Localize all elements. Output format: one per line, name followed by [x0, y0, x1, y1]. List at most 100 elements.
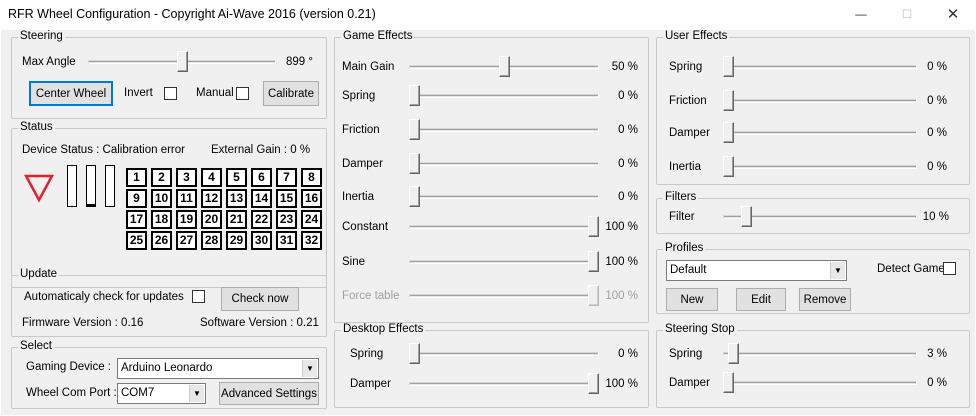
com-port-select[interactable]: COM7 ▼ [117, 383, 206, 404]
force-table-value: 100 % [605, 290, 638, 302]
status-button-7: 7 [276, 168, 297, 187]
close-button[interactable]: ✕ [930, 0, 976, 30]
constant-track[interactable] [409, 225, 599, 229]
status-button-13: 13 [226, 189, 247, 208]
max-angle-value: 899 ° [286, 56, 313, 68]
damper-track[interactable] [723, 131, 917, 135]
spring-track[interactable] [723, 65, 917, 69]
constant-value: 100 % [605, 221, 638, 233]
spring-slider[interactable] [723, 56, 734, 77]
status-button-5: 5 [226, 168, 247, 187]
gaming-device-label: Gaming Device : [26, 361, 112, 373]
force-table-label: Force table [342, 290, 400, 302]
detect-game-checkbox[interactable] [943, 262, 956, 275]
damper-value: 0 % [927, 377, 947, 389]
select-title: Select [18, 340, 54, 352]
steering-title: Steering [18, 30, 65, 42]
invert-checkbox[interactable] [164, 87, 177, 100]
spring-slider[interactable] [728, 343, 740, 364]
spring-value: 0 % [618, 348, 638, 360]
friction-track[interactable] [723, 99, 917, 103]
new-profile-button[interactable]: New [666, 288, 718, 311]
max-angle-slider[interactable] [176, 51, 188, 72]
external-gain-text: External Gain : 0 % [211, 144, 311, 156]
axis-bar-1 [67, 165, 77, 207]
damper-slider[interactable] [409, 153, 420, 174]
damper-slider[interactable] [723, 372, 734, 393]
gaming-device-select[interactable]: Arduino Leonardo ▼ [117, 358, 319, 379]
friction-track[interactable] [409, 128, 599, 132]
status-button-32: 32 [301, 231, 322, 250]
damper-value: 100 % [605, 378, 638, 390]
status-button-19: 19 [176, 210, 197, 229]
sine-value: 100 % [605, 256, 638, 268]
spring-slider[interactable] [409, 343, 420, 364]
game-effects-group: Game Effects Main Gain 50 % Spring 0 % Frict… [334, 30, 649, 323]
friction-slider[interactable] [409, 119, 420, 140]
max-angle-label: Max Angle [22, 56, 76, 68]
damper-track[interactable] [723, 381, 917, 385]
filter-label: Filter [669, 211, 695, 223]
status-button-23: 23 [276, 210, 297, 229]
auto-check-checkbox[interactable] [192, 290, 205, 303]
maximize-button[interactable]: ☐ [884, 0, 930, 30]
manual-label: Manual [196, 87, 234, 99]
com-port-label: Wheel Com Port : [26, 387, 117, 399]
advanced-settings-button[interactable]: Advanced Settings [219, 382, 319, 405]
status-button-15: 15 [276, 189, 297, 208]
calibrate-button[interactable]: Calibrate [263, 81, 319, 106]
check-now-button[interactable]: Check now [221, 287, 299, 311]
title-bar: RFR Wheel Configuration - Copyright Ai-W… [0, 0, 976, 30]
damper-value: 0 % [618, 158, 638, 170]
status-button-6: 6 [251, 168, 272, 187]
damper-value: 0 % [927, 127, 947, 139]
spring-value: 0 % [618, 90, 638, 102]
filter-value: 10 % [922, 211, 949, 223]
status-button-29: 29 [226, 231, 247, 250]
status-button-12: 12 [201, 189, 222, 208]
manual-checkbox[interactable] [236, 87, 249, 100]
damper-label: Damper [669, 377, 710, 389]
main-gain-slider[interactable] [498, 56, 510, 77]
damper-slider[interactable] [723, 122, 734, 143]
minimize-button[interactable]: — [838, 0, 884, 30]
inertia-slider[interactable] [723, 156, 734, 177]
sine-track[interactable] [409, 260, 599, 264]
auto-check-label: Automaticaly check for updates [24, 291, 184, 303]
edit-profile-button[interactable]: Edit [736, 288, 786, 311]
window-title: RFR Wheel Configuration - Copyright Ai-W… [8, 7, 376, 21]
steering-stop-group: Steering Stop Spring 3 % Damper 0 % [656, 323, 970, 408]
spring-track[interactable] [409, 352, 599, 356]
filters-title: Filters [663, 191, 699, 203]
profile-value: Default [670, 264, 707, 276]
damper-track[interactable] [409, 382, 599, 386]
desktop-effects-group: Desktop Effects Spring 0 % Damper 100 % [334, 323, 649, 408]
spring-track[interactable] [409, 94, 599, 98]
damper-label: Damper [342, 158, 383, 170]
profile-select[interactable]: Default ▼ [666, 260, 847, 281]
filter-slider[interactable] [741, 206, 753, 227]
spring-label: Spring [342, 90, 376, 102]
com-port-value: COM7 [121, 387, 155, 399]
inertia-track[interactable] [409, 195, 599, 199]
friction-slider[interactable] [723, 90, 734, 111]
status-title: Status [18, 121, 55, 133]
remove-profile-button[interactable]: Remove [799, 288, 851, 311]
profiles-group: Profiles Default ▼ Detect Game New Edit … [656, 242, 970, 314]
status-button-21: 21 [226, 210, 247, 229]
spring-slider[interactable] [409, 85, 420, 106]
invert-label: Invert [124, 87, 153, 99]
inertia-track[interactable] [723, 165, 917, 169]
damper-track[interactable] [409, 162, 599, 166]
inertia-value: 0 % [618, 191, 638, 203]
center-wheel-button[interactable]: Center Wheel [29, 81, 113, 106]
damper-label: Damper [669, 127, 710, 139]
update-title: Update [18, 268, 60, 280]
status-button-28: 28 [201, 231, 222, 250]
damper-label: Damper [350, 378, 391, 390]
spring-track[interactable] [723, 352, 917, 356]
status-group: Status Device Status : Calibration error… [11, 121, 327, 288]
main-gain-label: Main Gain [342, 61, 395, 73]
spring-value: 3 % [927, 348, 947, 360]
inertia-slider[interactable] [409, 186, 420, 207]
